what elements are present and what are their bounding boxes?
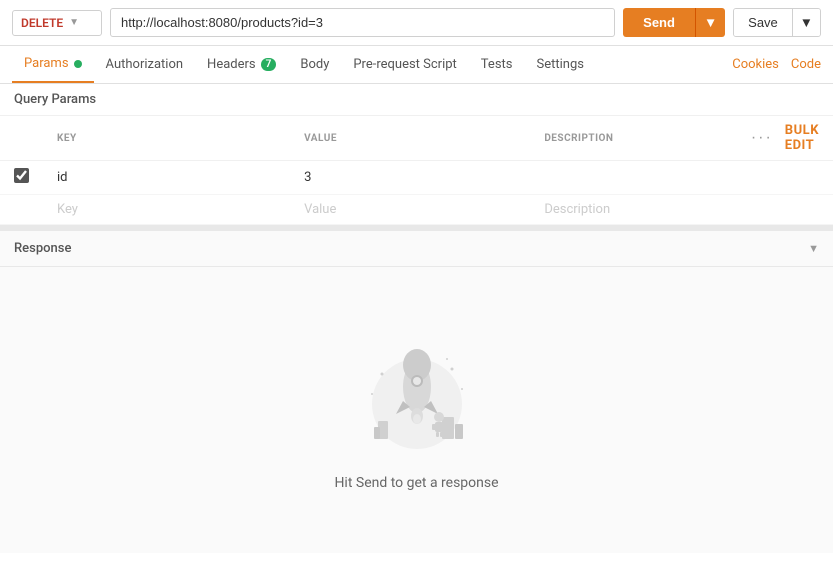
query-params-header: Query Params (0, 84, 833, 116)
bulk-edit-link[interactable]: Bulk Edit (785, 123, 819, 153)
tab-body[interactable]: Body (288, 47, 341, 82)
method-select[interactable]: DELETE ▼ (12, 10, 102, 36)
row-key-cell[interactable]: id (43, 161, 290, 195)
response-title: Response (14, 241, 71, 256)
empty-value-cell[interactable]: Value (290, 195, 530, 225)
row-key-value: id (57, 170, 68, 185)
send-dropdown-icon: ▼ (704, 15, 717, 30)
params-table: KEY VALUE DESCRIPTION ··· Bulk Edit (0, 116, 833, 225)
save-dropdown-icon: ▼ (800, 15, 813, 30)
more-options-button[interactable]: ··· (747, 129, 777, 147)
tab-body-label: Body (300, 57, 329, 72)
tab-tests[interactable]: Tests (469, 47, 525, 82)
th-description: DESCRIPTION (530, 116, 733, 161)
query-params-label: Query Params (14, 92, 96, 107)
send-dropdown-button[interactable]: ▼ (695, 8, 725, 37)
table-header-row: KEY VALUE DESCRIPTION ··· Bulk Edit (0, 116, 833, 161)
response-area: Response ▼ (0, 225, 833, 553)
th-actions: ··· Bulk Edit (733, 116, 833, 161)
th-value: VALUE (290, 116, 530, 161)
cookies-link[interactable]: Cookies (732, 57, 779, 72)
empty-key-placeholder: Key (57, 202, 78, 217)
send-button[interactable]: Send (623, 8, 695, 37)
tab-settings-label: Settings (537, 57, 584, 72)
tab-authorization[interactable]: Authorization (94, 47, 196, 82)
method-label: DELETE (21, 16, 63, 30)
tab-headers[interactable]: Headers 7 (195, 47, 288, 82)
empty-value-placeholder: Value (304, 202, 336, 217)
response-header[interactable]: Response ▼ (0, 231, 833, 267)
save-button-group: Save ▼ (733, 8, 821, 37)
top-bar: DELETE ▼ Send ▼ Save ▼ (0, 0, 833, 46)
row-value-cell[interactable]: 3 (290, 161, 530, 195)
tab-prerequest[interactable]: Pre-request Script (341, 47, 468, 82)
row-checkbox-cell[interactable] (0, 161, 43, 195)
tab-headers-label: Headers (207, 57, 256, 72)
tab-tests-label: Tests (481, 57, 513, 72)
url-input[interactable] (110, 8, 615, 37)
row-value-value: 3 (304, 170, 311, 185)
tab-settings[interactable]: Settings (525, 47, 596, 82)
empty-row: Key Value Description (0, 195, 833, 225)
row-checkbox[interactable] (14, 168, 29, 183)
th-checkbox (0, 116, 43, 161)
th-key: KEY (43, 116, 290, 161)
send-button-group: Send ▼ (623, 8, 725, 37)
empty-key-cell[interactable]: Key (43, 195, 290, 225)
table-row: id 3 (0, 161, 833, 195)
code-link[interactable]: Code (791, 57, 821, 72)
tab-params-label: Params (24, 56, 69, 71)
response-empty-state: Hit Send to get a response (0, 267, 833, 553)
tab-authorization-label: Authorization (106, 57, 184, 72)
main-content: Query Params KEY VALUE DESCRIPTION (0, 84, 833, 553)
tab-prerequest-label: Pre-request Script (353, 57, 456, 72)
row-description-cell[interactable] (530, 161, 733, 195)
empty-description-cell[interactable]: Description (530, 195, 733, 225)
headers-badge: 7 (261, 58, 277, 71)
params-area: Query Params KEY VALUE DESCRIPTION (0, 84, 833, 225)
empty-actions-cell (733, 195, 833, 225)
save-button[interactable]: Save (734, 9, 792, 36)
empty-description-placeholder: Description (544, 202, 610, 217)
row-actions-cell (733, 161, 833, 195)
tab-params[interactable]: Params (12, 46, 94, 83)
rocket-illustration (352, 329, 482, 459)
tab-nav: Params Authorization Headers 7 Body Pre-… (0, 46, 833, 84)
response-empty-text: Hit Send to get a response (334, 475, 498, 491)
save-dropdown-button[interactable]: ▼ (792, 9, 820, 36)
method-chevron-icon: ▼ (69, 17, 79, 28)
params-active-dot (74, 60, 82, 68)
response-chevron-icon: ▼ (808, 242, 819, 255)
tab-nav-right: Cookies Code (732, 57, 821, 72)
empty-row-checkbox-cell (0, 195, 43, 225)
